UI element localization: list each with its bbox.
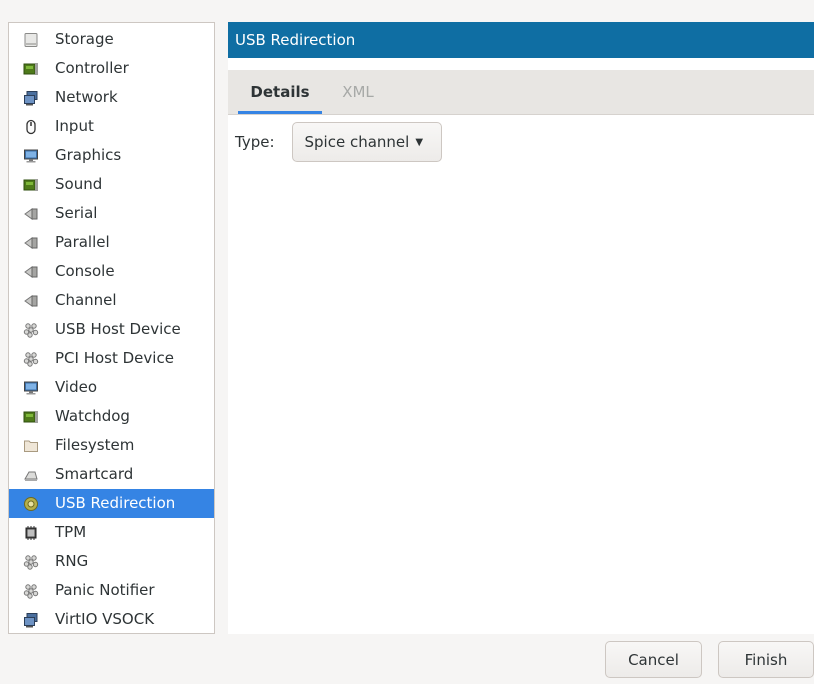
usb-host-device-icon [23,322,39,338]
sidebar-item-label: Sound [55,175,103,193]
chevron-down-icon: ▼ [415,136,424,148]
sidebar-item-video[interactable]: Video [9,373,214,402]
vsock-network-icon [23,612,39,628]
console-port-icon [23,264,39,280]
sidebar-item-label: Parallel [55,233,110,251]
page-title: USB Redirection [235,31,356,49]
sidebar-item-label: Smartcard [55,465,134,483]
sidebar-item-serial[interactable]: Serial [9,199,214,228]
sidebar-item-sound[interactable]: Sound [9,170,214,199]
sidebar-item-virtio-vsock[interactable]: VirtIO VSOCK [9,605,214,633]
type-row: Type: Spice channel ▼ [235,122,442,162]
controller-icon [23,61,39,77]
sidebar-item-label: TPM [55,523,87,541]
monitor-icon [23,148,39,164]
storage-icon [23,32,39,48]
cancel-button-label: Cancel [628,650,679,669]
sidebar-item-label: USB Host Device [55,320,181,338]
tab-xml[interactable]: XML [332,70,384,114]
sidebar-item-rng[interactable]: RNG [9,547,214,576]
cancel-button[interactable]: Cancel [605,641,702,678]
sidebar-item-controller[interactable]: Controller [9,54,214,83]
sidebar-item-filesystem[interactable]: Filesystem [9,431,214,460]
sidebar-item-label: Watchdog [55,407,130,425]
sidebar-item-label: Filesystem [55,436,135,454]
tab-bar: Details XML [228,70,814,115]
sidebar-item-usb-host-device[interactable]: USB Host Device [9,315,214,344]
sidebar-item-parallel[interactable]: Parallel [9,228,214,257]
sidebar-item-label: Network [55,88,118,106]
sidebar-item-pci-host-device[interactable]: PCI Host Device [9,344,214,373]
tab-details[interactable]: Details [238,70,322,114]
type-dropdown[interactable]: Spice channel ▼ [291,122,442,162]
watchdog-card-icon [23,409,39,425]
video-monitor-icon [23,380,39,396]
sidebar-item-label: Channel [55,291,117,309]
tab-label: XML [342,83,374,101]
folder-icon [23,438,39,454]
sidebar-item-graphics[interactable]: Graphics [9,141,214,170]
type-dropdown-value: Spice channel [304,133,410,151]
smartcard-icon [23,467,39,483]
sidebar-item-watchdog[interactable]: Watchdog [9,402,214,431]
sidebar-item-label: Console [55,262,115,280]
sidebar-item-label: Input [55,117,94,135]
sidebar-item-input[interactable]: Input [9,112,214,141]
page-title-bar: USB Redirection [228,22,814,58]
parallel-port-icon [23,235,39,251]
type-label: Type: [235,133,275,151]
sidebar-item-network[interactable]: Network [9,83,214,112]
network-icon [23,90,39,106]
panic-notifier-icon [23,583,39,599]
rng-device-icon [23,554,39,570]
channel-port-icon [23,293,39,309]
serial-port-icon [23,206,39,222]
sidebar-item-usb-redirection[interactable]: USB Redirection [9,489,214,518]
sidebar-item-panic-notifier[interactable]: Panic Notifier [9,576,214,605]
sidebar-item-label: USB Redirection [55,494,176,512]
sidebar-item-tpm[interactable]: TPM [9,518,214,547]
tab-label: Details [250,83,310,101]
finish-button-label: Finish [744,650,788,669]
sidebar-item-label: Controller [55,59,129,77]
sidebar-item-label: Storage [55,30,114,48]
mouse-icon [23,119,39,135]
sidebar-item-smartcard[interactable]: Smartcard [9,460,214,489]
sidebar-item-label: PCI Host Device [55,349,174,367]
finish-button[interactable]: Finish [718,641,814,678]
sidebar-item-label: RNG [55,552,89,570]
hardware-list[interactable]: Storage Controller Network Input Graphic… [8,22,215,634]
sidebar-item-storage[interactable]: Storage [9,25,214,54]
chip-icon [23,525,39,541]
sidebar-item-label: Panic Notifier [55,581,155,599]
sidebar-item-label: Graphics [55,146,122,164]
usb-redirection-icon [23,496,39,512]
pci-host-device-icon [23,351,39,367]
device-details-panel: USB Redirection Details XML Type: Spice … [228,22,814,634]
sidebar-item-label: Video [55,378,98,396]
sidebar-item-console[interactable]: Console [9,257,214,286]
sound-card-icon [23,177,39,193]
sidebar-item-channel[interactable]: Channel [9,286,214,315]
sidebar-item-label: VirtIO VSOCK [55,610,155,628]
sidebar-item-label: Serial [55,204,98,222]
